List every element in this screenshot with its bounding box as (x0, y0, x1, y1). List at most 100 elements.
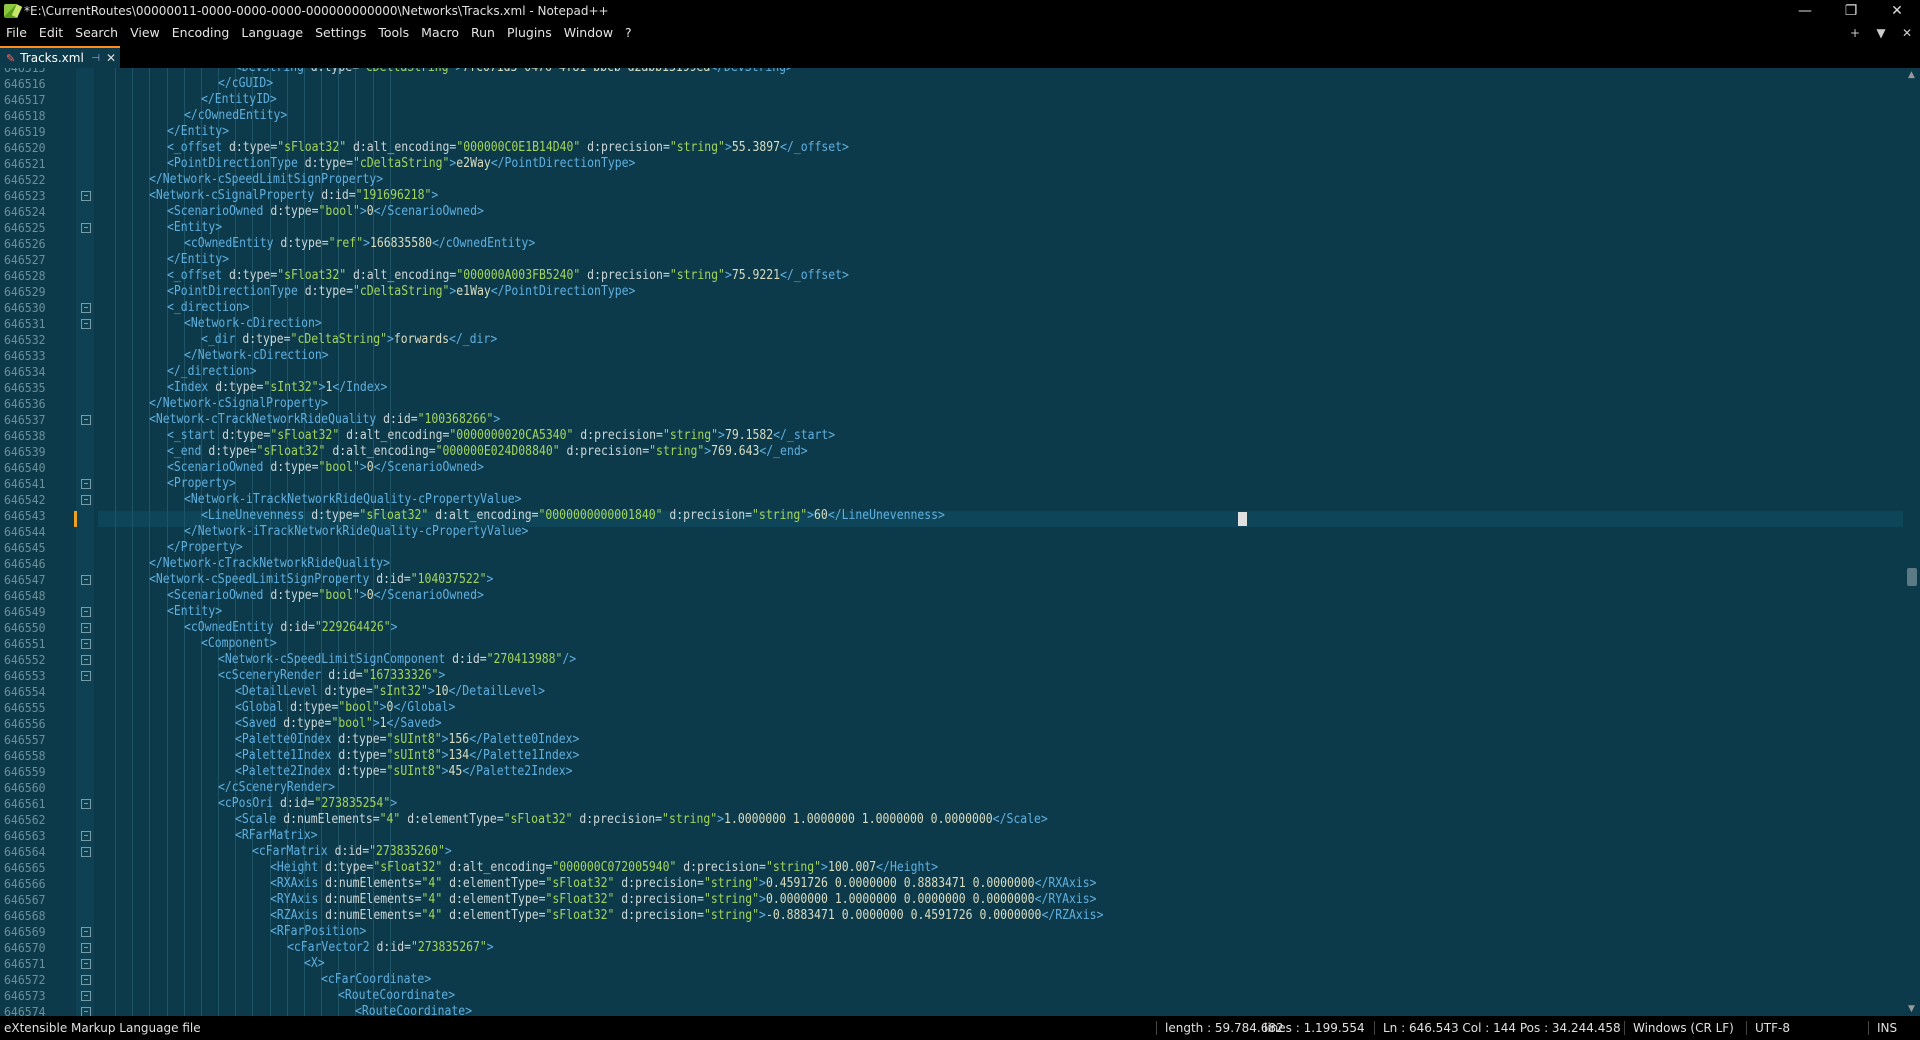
code-line[interactable]: 646551 <Component> (0, 636, 1905, 652)
menu-window[interactable]: Window (558, 22, 619, 44)
scrollbar-thumb[interactable] (1907, 568, 1917, 586)
menu-view[interactable]: View (124, 22, 166, 44)
code-line[interactable]: 646563 <RFarMatrix> (0, 828, 1905, 844)
code-line[interactable]: 646569 <RFarPosition> (0, 924, 1905, 940)
code-line[interactable]: 646564 <cFarMatrix d:id="273835260"> (0, 844, 1905, 860)
menu-file[interactable]: File (0, 22, 33, 44)
code-line[interactable]: 646525 <Entity> (0, 220, 1905, 236)
menu-search[interactable]: Search (69, 22, 124, 44)
fold-toggle-icon[interactable] (81, 607, 91, 617)
fold-toggle-icon[interactable] (81, 415, 91, 425)
code-line[interactable]: 646558 <Palette1Index d:type="sUInt8">134… (0, 748, 1905, 764)
menu-run[interactable]: Run (465, 22, 501, 44)
editor-area[interactable]: 646515 <DevString d:type="cDeltaString">7… (0, 68, 1920, 1016)
fold-toggle-icon[interactable] (81, 1007, 91, 1016)
code-line[interactable]: 646531 <Network-cDirection> (0, 316, 1905, 332)
code-line[interactable]: 646521 <PointDirectionType d:type="cDelta… (0, 156, 1905, 172)
menu-language[interactable]: Language (235, 22, 309, 44)
minimize-button[interactable]: — (1782, 0, 1828, 22)
code-line[interactable]: 646517 </EntityID> (0, 92, 1905, 108)
fold-toggle-icon[interactable] (81, 495, 91, 505)
code-line[interactable]: 646555 <Global d:type="bool">0</Global> (0, 700, 1905, 716)
code-line[interactable]: 646570 <cFarVector2 d:id="273835267"> (0, 940, 1905, 956)
close-tab-icon[interactable]: ✕ (1894, 26, 1920, 40)
code-line[interactable]: 646526 <cOwnedEntity d:type="ref">1668355… (0, 236, 1905, 252)
pin-icon[interactable]: ⊣ (91, 53, 100, 64)
code-line[interactable]: 646524 <ScenarioOwned d:type="bool">0</Sc… (0, 204, 1905, 220)
code-line[interactable]: 646566 <RXAxis d:numElements="4" d:elemen… (0, 876, 1905, 892)
code-line[interactable]: 646552 <Network-cSpeedLimitSignComponent … (0, 652, 1905, 668)
code-line[interactable]: 646530 <_direction> (0, 300, 1905, 316)
tab-list-icon[interactable]: ▼ (1868, 26, 1894, 40)
code-line[interactable]: 646568 <RZAxis d:numElements="4" d:elemen… (0, 908, 1905, 924)
code-line[interactable]: 646538 <_start d:type="sFloat32" d:alt_en… (0, 428, 1905, 444)
code-line[interactable]: 646541 <Property> (0, 476, 1905, 492)
code-line[interactable]: 646527 </Entity> (0, 252, 1905, 268)
new-tab-icon[interactable]: + (1842, 26, 1868, 40)
code-line[interactable]: 646550 <cOwnedEntity d:id="229264426"> (0, 620, 1905, 636)
fold-toggle-icon[interactable] (81, 303, 91, 313)
scroll-down-icon[interactable]: ▼ (1908, 1004, 1915, 1014)
fold-toggle-icon[interactable] (81, 943, 91, 953)
fold-toggle-icon[interactable] (81, 975, 91, 985)
code-line[interactable]: 646547 <Network-cSpeedLimitSignProperty d… (0, 572, 1905, 588)
fold-toggle-icon[interactable] (81, 991, 91, 1001)
code-line[interactable]: 646572 <cFarCoordinate> (0, 972, 1905, 988)
fold-toggle-icon[interactable] (81, 655, 91, 665)
fold-toggle-icon[interactable] (81, 575, 91, 585)
code-line[interactable]: 646518 </cOwnedEntity> (0, 108, 1905, 124)
code-line[interactable]: 646515 <DevString d:type="cDeltaString">7… (0, 68, 1905, 76)
code-line[interactable]: 646554 <DetailLevel d:type="sInt32">10</D… (0, 684, 1905, 700)
code-line[interactable]: 646548 <ScenarioOwned d:type="bool">0</Sc… (0, 588, 1905, 604)
menu-macro[interactable]: Macro (415, 22, 465, 44)
menu-plugins[interactable]: Plugins (501, 22, 558, 44)
code-line[interactable]: 646574 <RouteCoordinate> (0, 1004, 1905, 1016)
tab-close-icon[interactable]: ✕ (106, 51, 116, 65)
code-line[interactable]: 646544 </Network-iTrackNetworkRideQuality… (0, 524, 1905, 540)
fold-toggle-icon[interactable] (81, 959, 91, 969)
fold-toggle-icon[interactable] (81, 671, 91, 681)
menu-edit[interactable]: Edit (33, 22, 69, 44)
code-line[interactable]: 646556 <Saved d:type="bool">1</Saved> (0, 716, 1905, 732)
code-line[interactable]: 646539 <_end d:type="sFloat32" d:alt_enco… (0, 444, 1905, 460)
code-line[interactable]: 646528 <_offset d:type="sFloat32" d:alt_e… (0, 268, 1905, 284)
code-line[interactable]: 646536 </Network-cSignalProperty> (0, 396, 1905, 412)
code-line[interactable]: 646533 </Network-cDirection> (0, 348, 1905, 364)
code-line[interactable]: 646523 <Network-cSignalProperty d:id="191… (0, 188, 1905, 204)
menu-help[interactable]: ? (619, 22, 638, 44)
fold-toggle-icon[interactable] (81, 927, 91, 937)
code-line[interactable]: 646573 <RouteCoordinate> (0, 988, 1905, 1004)
vertical-scrollbar[interactable]: ▲ ▼ (1905, 68, 1920, 1016)
code-line[interactable]: 646559 <Palette2Index d:type="sUInt8">45<… (0, 764, 1905, 780)
code-line[interactable]: 646560 </cSceneryRender> (0, 780, 1905, 796)
code-line[interactable]: 646529 <PointDirectionType d:type="cDelta… (0, 284, 1905, 300)
menu-tools[interactable]: Tools (372, 22, 415, 44)
code-line[interactable]: 646543 <LineUnevenness d:type="sFloat32" … (0, 508, 1905, 524)
fold-toggle-icon[interactable] (81, 639, 91, 649)
code-line[interactable]: 646535 <Index d:type="sInt32">1</Index> (0, 380, 1905, 396)
code-line[interactable]: 646561 <cPosOri d:id="273835254"> (0, 796, 1905, 812)
fold-toggle-icon[interactable] (81, 831, 91, 841)
fold-toggle-icon[interactable] (81, 319, 91, 329)
code-line[interactable]: 646571 <X> (0, 956, 1905, 972)
tab-tracks-xml[interactable]: ✎ Tracks.xml ⊣ ✕ (0, 46, 120, 68)
code-line[interactable]: 646542 <Network-iTrackNetworkRideQuality-… (0, 492, 1905, 508)
code-line[interactable]: 646549 <Entity> (0, 604, 1905, 620)
fold-toggle-icon[interactable] (81, 479, 91, 489)
fold-toggle-icon[interactable] (81, 191, 91, 201)
menu-encoding[interactable]: Encoding (166, 22, 236, 44)
fold-toggle-icon[interactable] (81, 223, 91, 233)
code-line[interactable]: 646562 <Scale d:numElements="4" d:element… (0, 812, 1905, 828)
fold-toggle-icon[interactable] (81, 623, 91, 633)
code-line[interactable]: 646534 </_direction> (0, 364, 1905, 380)
maximize-button[interactable]: ❐ (1828, 0, 1874, 22)
code-line[interactable]: 646519 </Entity> (0, 124, 1905, 140)
close-button[interactable]: ✕ (1874, 0, 1920, 22)
fold-toggle-icon[interactable] (81, 847, 91, 857)
code-line[interactable]: 646545 </Property> (0, 540, 1905, 556)
code-line[interactable]: 646520 <_offset d:type="sFloat32" d:alt_e… (0, 140, 1905, 156)
menu-settings[interactable]: Settings (309, 22, 372, 44)
code-line[interactable]: 646532 <_dir d:type="cDeltaString">forwar… (0, 332, 1905, 348)
code-line[interactable]: 646522 </Network-cSpeedLimitSignProperty> (0, 172, 1905, 188)
code-line[interactable]: 646537 <Network-cTrackNetworkRideQuality … (0, 412, 1905, 428)
